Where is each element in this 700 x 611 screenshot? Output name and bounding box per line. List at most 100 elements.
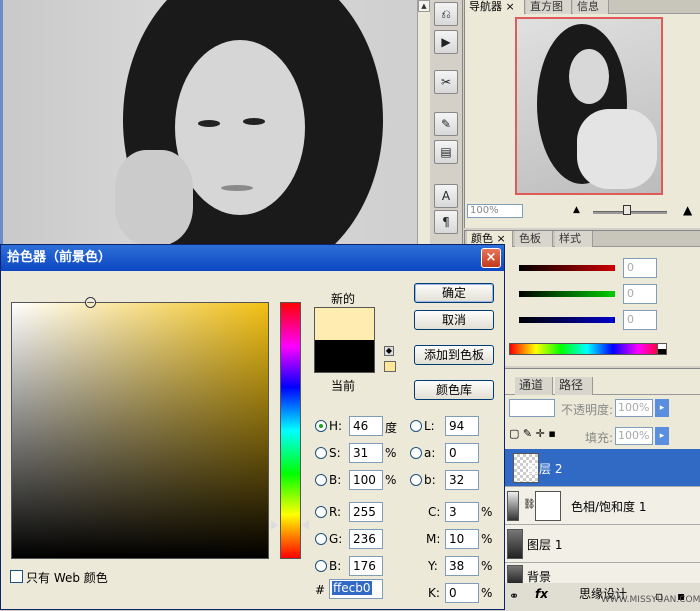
a-label: a: (424, 446, 436, 460)
radio-red[interactable] (315, 506, 327, 518)
new-color-swatch (314, 307, 375, 340)
ok-button[interactable]: 确定 (414, 283, 494, 303)
layer-mask-thumbnail (535, 491, 561, 521)
navigator-panel: 导航器 × 直方图 信息 100% ▲ ▲ (464, 0, 700, 228)
web-colors-checkbox[interactable] (10, 570, 23, 583)
green-slider[interactable] (519, 291, 615, 297)
hex-input[interactable]: ffecb0 (329, 579, 383, 599)
lightness-input[interactable]: 94 (445, 416, 479, 436)
tab-histogram[interactable]: 直方图 (526, 0, 572, 14)
blend-mode-dropdown[interactable] (509, 399, 555, 417)
clone-source-icon[interactable]: ▤ (434, 140, 458, 164)
close-icon[interactable]: × (481, 248, 501, 268)
navigator-thumbnail[interactable] (515, 17, 663, 195)
canvas-scrollbar[interactable]: ▲ (417, 0, 430, 245)
a-input[interactable]: 0 (445, 443, 479, 463)
fill-arrow-icon[interactable]: ▸ (655, 427, 669, 445)
radio-a[interactable] (410, 447, 422, 459)
blue-value[interactable]: 0 (623, 310, 657, 330)
green-input[interactable]: 236 (349, 529, 383, 549)
hue-slider[interactable] (280, 302, 301, 559)
blue-input[interactable]: 176 (349, 556, 383, 576)
character-icon[interactable]: A (434, 184, 458, 208)
zoom-in-icon[interactable]: ▲ (683, 203, 692, 217)
hex-prefix: # (315, 583, 326, 597)
navigator-zoom-input[interactable]: 100% (467, 204, 523, 218)
radio-lightness[interactable] (410, 420, 422, 432)
radio-b[interactable] (410, 474, 422, 486)
hue-input[interactable]: 46 (349, 416, 383, 436)
document-canvas[interactable] (0, 0, 430, 245)
scroll-up-icon[interactable]: ▲ (418, 0, 430, 12)
fill-input[interactable]: 100% (615, 427, 653, 445)
web-safe-cube-icon[interactable]: ◆ (384, 346, 394, 356)
green-value[interactable]: 0 (623, 284, 657, 304)
tool-strip: ⎌ ▶ ✂ ✎ ▤ A ¶ (430, 0, 463, 245)
add-to-swatches-button[interactable]: 添加到色板 (414, 345, 494, 365)
cyan-input[interactable]: 3 (445, 502, 479, 522)
black-unit: % (481, 586, 493, 600)
tab-info[interactable]: 信息 (573, 0, 609, 14)
hex-value: ffecb0 (332, 581, 372, 595)
color-field-cursor[interactable] (85, 297, 96, 308)
mask-link-icon: ⛓ (523, 499, 536, 510)
layer-thumbnail (507, 565, 523, 585)
color-picker-dialog: 拾色器（前景色） × 新的 当前 ◆ 确定 取消 添加到色板 颜色库 H: 46… (0, 244, 505, 610)
opacity-input[interactable]: 100% (615, 399, 653, 417)
red-value[interactable]: 0 (623, 258, 657, 278)
color-libraries-button[interactable]: 颜色库 (414, 380, 494, 400)
blue-slider[interactable] (519, 317, 615, 323)
fx-icon[interactable]: fx (535, 587, 548, 601)
brushes-icon[interactable]: ✎ (434, 112, 458, 136)
current-color-swatch[interactable] (314, 340, 375, 373)
actions-play-icon[interactable]: ▶ (434, 30, 458, 54)
tools-preset-icon[interactable]: ✂ (434, 70, 458, 94)
hue-slider-right-arrow-icon[interactable] (302, 520, 309, 530)
red-slider[interactable] (519, 265, 615, 271)
saturation-brightness-field[interactable] (11, 302, 269, 559)
radio-blue[interactable] (315, 560, 327, 572)
saturation-input[interactable]: 31 (349, 443, 383, 463)
red-input[interactable]: 255 (349, 502, 383, 522)
layer-row-2[interactable]: 图层 2 (505, 449, 700, 487)
tab-channels[interactable]: 通道 (515, 377, 553, 395)
tab-styles[interactable]: 样式 (555, 231, 593, 247)
yellow-label: Y: (428, 559, 438, 573)
b-input[interactable]: 32 (445, 470, 479, 490)
magenta-unit: % (481, 532, 493, 546)
photo-eye-right (243, 118, 265, 125)
brightness-input[interactable]: 100 (349, 470, 383, 490)
hue-slider-left-arrow-icon[interactable] (271, 520, 278, 530)
yellow-input[interactable]: 38 (445, 556, 479, 576)
layer-row-1[interactable]: 图层 1 (505, 525, 700, 563)
radio-brightness[interactable] (315, 474, 327, 486)
black-input[interactable]: 0 (445, 583, 479, 603)
watermark: WWW.MISSYUAN.COM (601, 595, 700, 605)
tab-paths[interactable]: 路径 (555, 377, 593, 395)
hue-unit: 度 (385, 421, 398, 435)
paragraph-icon[interactable]: ¶ (434, 210, 458, 234)
color-spectrum-bar[interactable] (509, 343, 665, 355)
spectrum-black-white[interactable] (657, 343, 667, 355)
cancel-button[interactable]: 取消 (414, 310, 494, 330)
web-safe-swatch[interactable] (384, 361, 396, 372)
history-brush-icon[interactable]: ⎌ (434, 2, 458, 26)
tab-close-icon[interactable]: × (506, 0, 515, 13)
adjustment-icon (507, 491, 519, 521)
radio-hue[interactable] (315, 420, 327, 432)
brightness-label: B: (329, 473, 342, 487)
layer-row-hue-saturation[interactable]: ⛓ 色相/饱和度 1 (505, 487, 700, 525)
zoom-slider-knob[interactable] (623, 205, 631, 215)
tab-swatches[interactable]: 色板 (515, 231, 553, 247)
b-label: b: (424, 473, 436, 487)
layer-thumbnail (507, 529, 523, 559)
zoom-out-icon[interactable]: ▲ (573, 205, 580, 215)
magenta-input[interactable]: 10 (445, 529, 479, 549)
link-layers-icon[interactable]: ⚭ (509, 589, 519, 603)
lock-icons[interactable]: ▢ ✎ ✛ ▪ (509, 427, 556, 440)
tab-navigator[interactable]: 导航器 × (465, 0, 525, 14)
radio-green[interactable] (315, 533, 327, 545)
opacity-arrow-icon[interactable]: ▸ (655, 399, 669, 417)
web-colors-label: 只有 Web 颜色 (26, 571, 108, 585)
radio-saturation[interactable] (315, 447, 327, 459)
